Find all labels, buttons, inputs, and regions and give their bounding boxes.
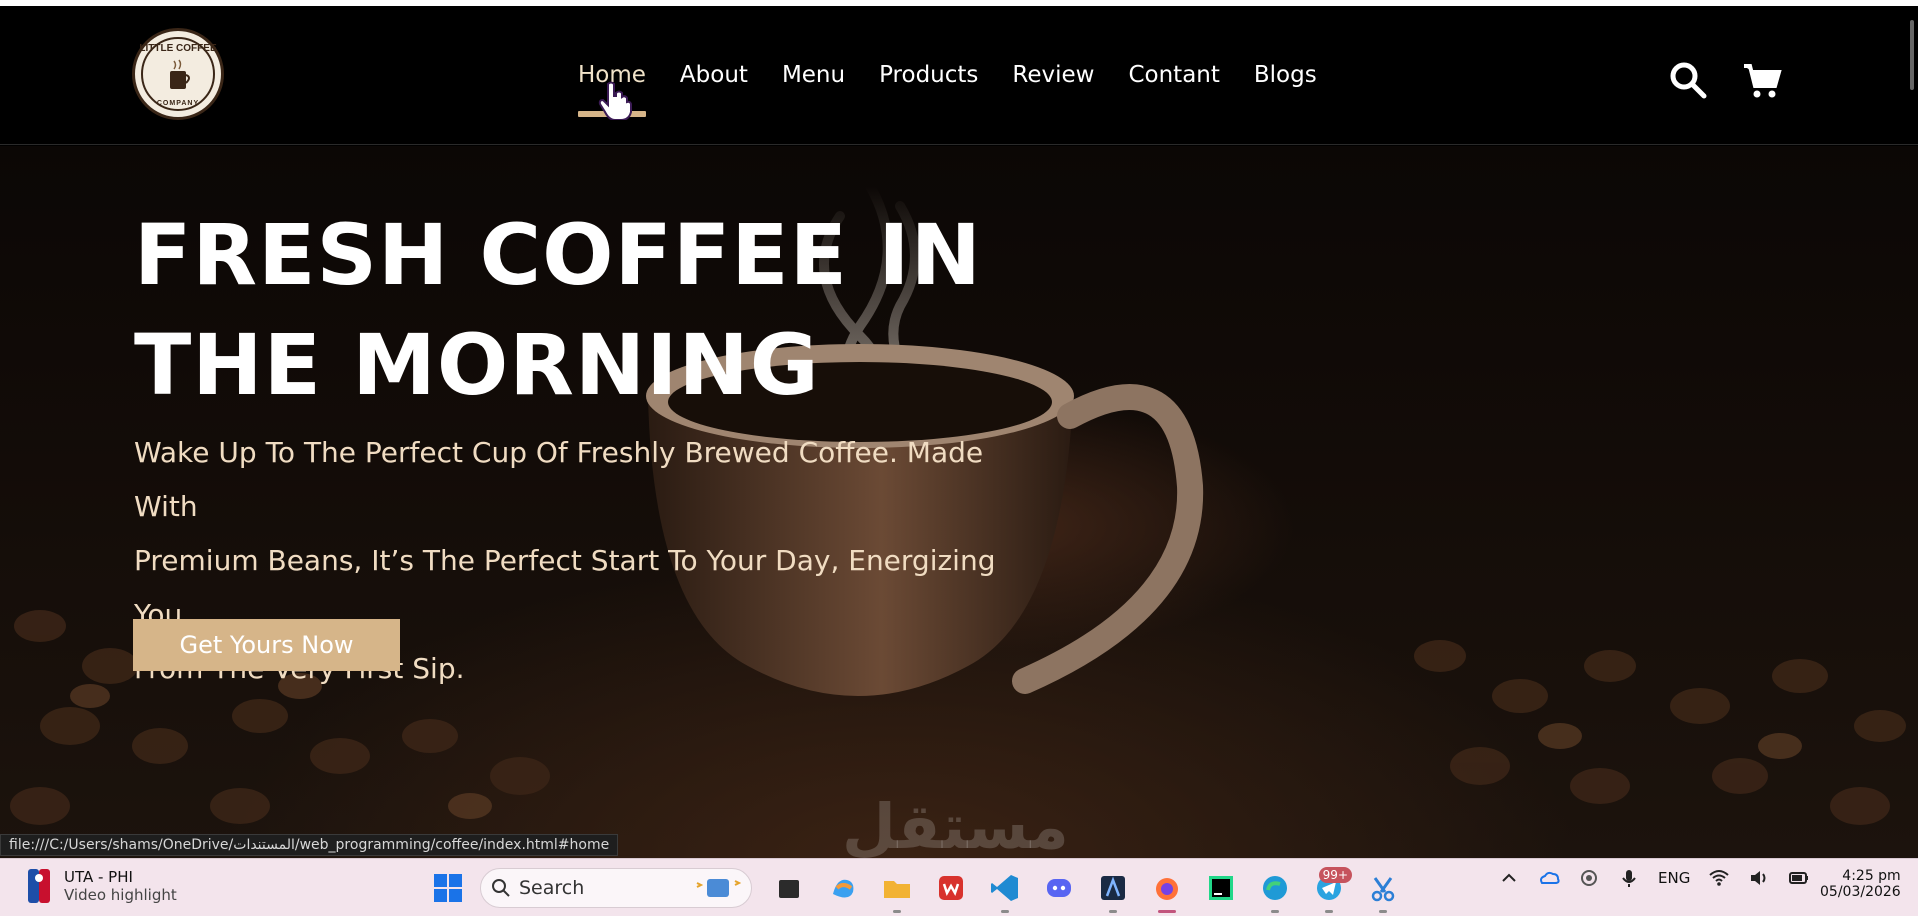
- header-actions: [1668, 60, 1782, 100]
- news-widget[interactable]: UTA - PHI Video highlight: [28, 868, 177, 904]
- running-indicator: [1109, 910, 1117, 913]
- vscode-icon: [991, 875, 1018, 901]
- taskbar-app-clion[interactable]: [1194, 867, 1248, 909]
- running-indicator: [893, 910, 901, 913]
- search-highlight-icon: [696, 879, 741, 897]
- hand-cursor-icon: [598, 81, 632, 120]
- taskbar-apps: Search 99+: [428, 867, 1410, 913]
- active-indicator: [1158, 910, 1176, 913]
- onedrive-icon[interactable]: [1538, 867, 1560, 889]
- nav-products[interactable]: Products: [879, 62, 978, 88]
- taskbar-app-telegram[interactable]: 99+: [1302, 867, 1356, 913]
- clock-time: 4:25 pm: [1842, 868, 1901, 884]
- language-indicator[interactable]: ENG: [1658, 869, 1690, 887]
- copilot-icon: [833, 879, 854, 898]
- file-icon: [779, 880, 799, 898]
- taskbar-app-file[interactable]: [762, 867, 816, 909]
- mostaql-watermark: مستقل: [842, 790, 1069, 863]
- taskbar-app-edge[interactable]: [1248, 867, 1302, 913]
- wifi-icon[interactable]: [1708, 867, 1730, 889]
- hero-title: FRESH COFFEE IN THE MORNING: [134, 200, 1034, 420]
- chevron-up-icon[interactable]: [1498, 867, 1520, 889]
- logo-cup-icon: [170, 59, 190, 89]
- taskbar-app-vscode[interactable]: [978, 867, 1032, 913]
- system-tray: ENG: [1498, 867, 1810, 889]
- nav-about[interactable]: About: [680, 62, 748, 88]
- status-url-bar: file:///C:/Users/shams/OneDrive/المستندا…: [0, 834, 619, 856]
- taskbar-app-arch[interactable]: [1086, 867, 1140, 913]
- folder-icon: [884, 881, 910, 898]
- main-nav: Home About Menu Products Review Contant …: [578, 62, 1317, 117]
- logo-text-bottom: COMPANY: [156, 100, 200, 107]
- security-icon[interactable]: [1578, 867, 1600, 889]
- running-indicator: [1325, 910, 1333, 913]
- taskbar-app-firefox[interactable]: [1140, 867, 1194, 913]
- hero-title-line-2: THE MORNING: [134, 316, 820, 414]
- nba-logo-icon: [28, 869, 50, 903]
- widget-subtitle: Video highlight: [64, 886, 177, 904]
- taskbar-app-snipping[interactable]: [1356, 867, 1410, 913]
- notification-badge: 99+: [1318, 867, 1352, 883]
- hero-section: FRESH COFFEE IN THE MORNING Wake Up To T…: [0, 146, 1918, 858]
- microphone-icon[interactable]: [1618, 867, 1640, 889]
- site-header: LITTLE COFFEE COMPANY Home About Menu Pr…: [0, 6, 1918, 145]
- taskbar-clock[interactable]: 4:25 pm 05/03/2026: [1820, 868, 1901, 900]
- search-icon[interactable]: [1668, 60, 1708, 100]
- running-indicator: [1379, 910, 1387, 913]
- scrollbar[interactable]: [1910, 20, 1914, 90]
- app-icon: [1101, 876, 1125, 900]
- running-indicator: [1001, 910, 1009, 913]
- windows-start-icon[interactable]: [428, 868, 468, 908]
- taskbar-app-wps[interactable]: [924, 867, 978, 909]
- clion-icon: [1209, 876, 1233, 900]
- widget-title: UTA - PHI: [64, 868, 133, 886]
- clock-date: 05/03/2026: [1820, 884, 1901, 900]
- taskbar-app-copilot[interactable]: [816, 867, 870, 909]
- volume-icon[interactable]: [1748, 867, 1770, 889]
- nav-menu[interactable]: Menu: [782, 62, 845, 88]
- taskbar-app-discord[interactable]: [1032, 867, 1086, 909]
- snipping-icon: [1371, 877, 1395, 902]
- nav-contant[interactable]: Contant: [1128, 62, 1219, 88]
- brand-logo[interactable]: LITTLE COFFEE COMPANY: [132, 28, 224, 120]
- nav-blogs[interactable]: Blogs: [1254, 62, 1317, 88]
- discord-icon: [1047, 879, 1071, 897]
- cart-icon[interactable]: [1742, 60, 1782, 100]
- search-icon: [492, 879, 510, 897]
- wps-icon: [939, 876, 963, 900]
- logo-text-top: LITTLE COFFEE: [139, 43, 217, 54]
- hero-text-line-2: Premium Beans, It’s The Perfect Start To…: [134, 544, 996, 631]
- get-yours-now-button[interactable]: Get Yours Now: [133, 619, 400, 671]
- taskbar-search-label: Search: [519, 877, 585, 899]
- nav-review[interactable]: Review: [1012, 62, 1094, 88]
- windows-taskbar: UTA - PHI Video highlight Search 99+ ENG…: [0, 858, 1918, 916]
- hero-title-line-1: FRESH COFFEE IN: [134, 206, 982, 304]
- edge-icon: [1263, 876, 1287, 900]
- taskbar-search[interactable]: Search: [480, 868, 752, 908]
- battery-icon[interactable]: [1788, 867, 1810, 889]
- running-indicator: [1271, 910, 1279, 913]
- firefox-icon: [1156, 878, 1178, 900]
- hero-text-line-1: Wake Up To The Perfect Cup Of Freshly Br…: [134, 436, 984, 523]
- taskbar-app-explorer[interactable]: [870, 867, 924, 913]
